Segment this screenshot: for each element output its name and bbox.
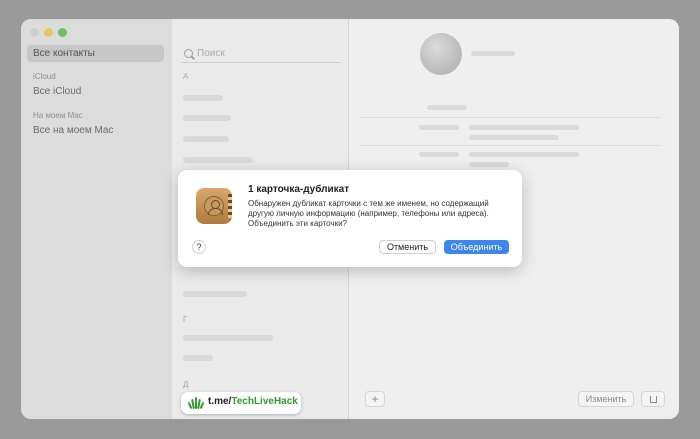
detail-field — [469, 125, 579, 130]
watermark-text: t.me/TechLiveHack — [208, 396, 298, 407]
list-item[interactable] — [183, 355, 213, 361]
watermark-badge: t.me/TechLiveHack — [181, 392, 301, 414]
detail-field — [427, 105, 467, 110]
list-item[interactable] — [183, 291, 247, 297]
contacts-app-icon — [196, 188, 232, 224]
list-item[interactable] — [183, 157, 253, 163]
divider — [361, 117, 661, 118]
avatar — [420, 33, 462, 75]
detail-field — [419, 125, 459, 130]
minimize-window-button[interactable] — [44, 28, 53, 37]
detail-field — [469, 135, 559, 140]
add-contact-button[interactable]: + — [365, 391, 385, 407]
book-spine-icon — [228, 194, 232, 218]
search-input[interactable]: Поиск — [181, 45, 341, 63]
share-icon — [650, 396, 657, 403]
sidebar-header-icloud: iCloud — [33, 72, 56, 81]
list-item[interactable] — [183, 115, 231, 121]
grass-logo-icon — [187, 396, 205, 410]
section-letter: А — [183, 72, 189, 81]
maximize-window-button[interactable] — [58, 28, 67, 37]
divider — [361, 145, 661, 146]
sidebar: Все контакты iCloud Все iCloud На моем M… — [21, 19, 172, 419]
detail-field — [469, 152, 579, 157]
sidebar-item-all-on-mac[interactable]: Все на моем Mac — [27, 122, 164, 139]
help-button[interactable]: ? — [192, 240, 206, 254]
watermark-brand: TechLiveHack — [231, 396, 298, 407]
search-placeholder: Поиск — [197, 48, 225, 59]
cancel-button[interactable]: Отменить — [379, 240, 436, 254]
share-button[interactable] — [641, 391, 665, 407]
detail-field — [419, 152, 459, 157]
sidebar-item-all-icloud[interactable]: Все iCloud — [27, 83, 164, 100]
search-icon — [184, 49, 193, 58]
merge-button[interactable]: Объединить — [444, 240, 509, 254]
section-letter: Д — [183, 380, 189, 389]
close-window-button[interactable] — [30, 28, 39, 37]
list-item[interactable] — [183, 136, 229, 142]
dialog-title: 1 карточка-дубликат — [248, 184, 350, 195]
sidebar-header-on-my-mac: На моем Mac — [33, 111, 83, 120]
edit-button[interactable]: Изменить — [578, 391, 634, 407]
duplicate-card-dialog: 1 карточка-дубликат Обнаружен дубликат к… — [178, 170, 522, 267]
list-item[interactable] — [183, 95, 223, 101]
detail-field — [469, 162, 509, 167]
section-letter: Г — [183, 315, 188, 324]
contact-silhouette-icon — [204, 196, 224, 216]
watermark-prefix: t.me/ — [208, 396, 232, 407]
list-item[interactable] — [183, 335, 273, 341]
dialog-message: Обнаружен дубликат карточки с тем же име… — [248, 199, 489, 228]
contact-name — [471, 51, 515, 56]
sidebar-item-all-contacts[interactable]: Все контакты — [27, 45, 164, 62]
